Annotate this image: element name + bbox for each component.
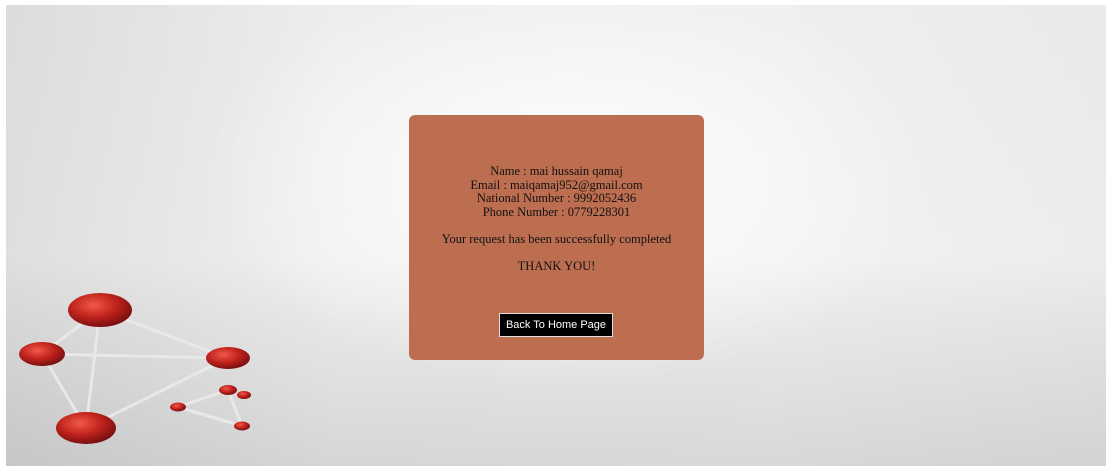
confirmation-card: Name : mai hussain qamaj Email : maiqama… (409, 115, 704, 360)
success-message: Your request has been successfully compl… (441, 232, 672, 246)
thank-you-text: THANK YOU! (517, 259, 596, 273)
back-to-home-button[interactable]: Back To Home Page (499, 313, 613, 337)
page: Name : mai hussain qamaj Email : maiqama… (0, 0, 1112, 466)
user-info: Name : mai hussain qamaj Email : maiqama… (409, 164, 704, 219)
molecule-icon (19, 293, 251, 444)
name-text: Name : mai hussain qamaj (490, 164, 623, 178)
email-text: Email : maiqamaj952@gmail.com (470, 177, 643, 192)
national-number-text: National Number : 9992052436 (476, 191, 637, 205)
phone-number-text: Phone Number : 0779228301 (482, 204, 631, 219)
